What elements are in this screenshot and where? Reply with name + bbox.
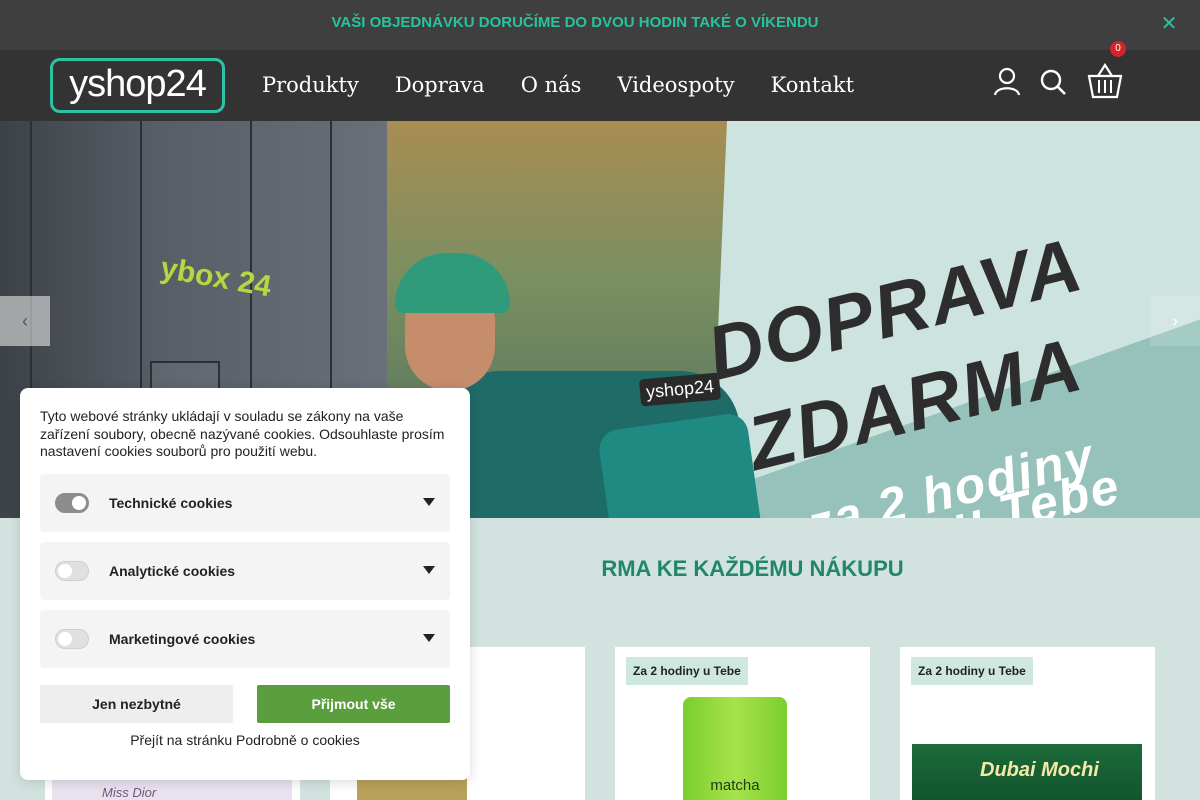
product-image [357, 777, 467, 800]
chevron-down-icon[interactable] [423, 634, 435, 642]
cookie-category-label: Marketingové cookies [109, 631, 256, 647]
main-nav: Produkty Doprava O nás Videospoty Kontak… [262, 70, 854, 100]
accept-all-button[interactable]: Přijmout vše [257, 685, 450, 723]
site-logo[interactable]: yshop24 [50, 58, 225, 113]
cookie-details-link[interactable]: Přejít na stránku Podrobně o cookies [20, 732, 470, 748]
cookie-category-analytics[interactable]: Analytické cookies [40, 542, 450, 600]
product-label: matcha [710, 777, 760, 794]
promo-text: VAŠI OBJEDNÁVKU DORUČÍME DO DVOU HODIN T… [331, 14, 819, 31]
product-card[interactable]: Za 2 hodiny u Tebe matcha [615, 647, 870, 800]
cookie-intro-text: Tyto webové stránky ukládají v souladu s… [40, 408, 445, 459]
nav-videospoty[interactable]: Videospoty [617, 70, 734, 100]
necessary-only-button[interactable]: Jen nezbytné [40, 685, 233, 723]
locker-brand: ybox 24 [158, 251, 274, 304]
search-icon[interactable] [1039, 67, 1067, 97]
nav-produkty[interactable]: Produkty [262, 70, 359, 100]
cookie-category-label: Technické cookies [109, 495, 233, 511]
cookie-category-marketing[interactable]: Marketingové cookies [40, 610, 450, 668]
technical-cookies-toggle[interactable] [55, 493, 89, 513]
product-image: matcha [683, 697, 787, 800]
analytics-cookies-toggle[interactable] [55, 561, 89, 581]
promo-close-button[interactable]: ✕ [1158, 12, 1180, 36]
delivery-tag: Za 2 hodiny u Tebe [626, 657, 748, 685]
promo-bar: VAŠI OBJEDNÁVKU DORUČÍME DO DVOU HODIN T… [0, 0, 1200, 50]
user-icon[interactable] [993, 67, 1021, 97]
cookie-category-label: Analytické cookies [109, 563, 236, 579]
slider-prev-button[interactable]: ‹ [0, 296, 50, 346]
marketing-cookies-toggle[interactable] [55, 629, 89, 649]
delivery-tag: Za 2 hodiny u Tebe [911, 657, 1033, 685]
cart-count-badge: 0 [1110, 41, 1126, 57]
cookie-category-technical[interactable]: Technické cookies [40, 474, 450, 532]
logo-text: yshop24 [69, 63, 207, 105]
cookie-consent-dialog: Tyto webové stránky ukládají v souladu s… [20, 388, 470, 780]
product-image: Dubai Mochi [912, 744, 1142, 800]
product-label: Dubai Mochi [980, 759, 1099, 781]
site-header: yshop24 Produkty Doprava O nás Videospot… [0, 50, 1200, 121]
nav-kontakt[interactable]: Kontakt [771, 70, 854, 100]
product-card[interactable]: Za 2 hodiny u Tebe Dubai Mochi [900, 647, 1155, 800]
product-label: Miss Dior [102, 785, 157, 800]
nav-doprava[interactable]: Doprava [395, 70, 485, 100]
basket-icon[interactable] [1087, 63, 1123, 99]
slider-next-button[interactable]: › [1150, 296, 1200, 346]
chevron-down-icon[interactable] [423, 498, 435, 506]
chevron-down-icon[interactable] [423, 566, 435, 574]
nav-o-nas[interactable]: O nás [521, 70, 582, 100]
